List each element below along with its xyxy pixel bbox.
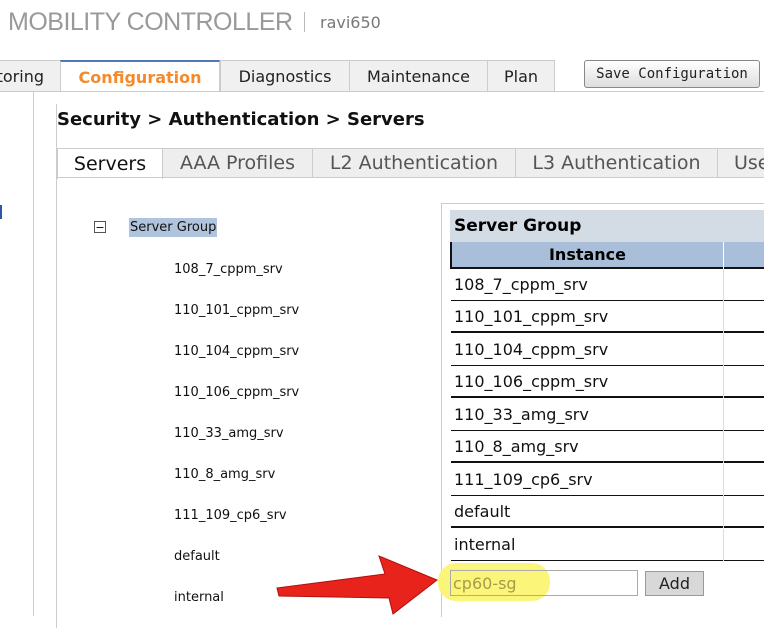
row-instance: 110_8_amg_srv — [454, 437, 579, 456]
subtab-servers[interactable]: Servers — [57, 148, 163, 179]
sidebar-border — [33, 92, 34, 616]
tab-plan[interactable]: Plan — [487, 60, 555, 91]
row-instance: internal — [454, 535, 516, 554]
table-row[interactable]: default — [451, 496, 764, 528]
tree-item[interactable]: 110_8_amg_srv — [174, 467, 275, 482]
tree-item[interactable]: 108_7_cppm_srv — [174, 262, 283, 277]
nav-divider — [0, 91, 764, 92]
column-header-actions — [724, 242, 764, 269]
server-group-name-input[interactable] — [450, 570, 638, 596]
row-instance: 108_7_cppm_srv — [454, 275, 588, 294]
hostname: ravi650 — [320, 13, 381, 32]
tree-root-server-group[interactable]: Server Group — [129, 218, 218, 237]
header-divider — [304, 12, 305, 32]
tab-configuration[interactable]: Configuration — [60, 60, 220, 92]
row-instance: 110_101_cppm_srv — [454, 307, 609, 326]
tree-item[interactable]: default — [174, 549, 220, 564]
breadcrumb: Security > Authentication > Servers — [57, 109, 425, 130]
subtab-divider — [57, 177, 764, 178]
add-button[interactable]: Add — [645, 571, 704, 596]
row-instance: 110_33_amg_srv — [454, 405, 589, 424]
table-row[interactable]: 110_8_amg_srv — [451, 431, 764, 463]
collapse-icon[interactable]: − — [94, 221, 106, 233]
subtab-l3-authentication[interactable]: L3 Authentication — [515, 148, 718, 178]
brand-logo: MOBILITY CONTROLLER — [8, 8, 293, 36]
red-arrow-annotation — [276, 555, 438, 615]
subtab-l2-authentication[interactable]: L2 Authentication — [312, 148, 516, 178]
row-instance: default — [454, 502, 511, 521]
tree-item[interactable]: 111_109_cp6_srv — [174, 508, 287, 523]
subtab-aaa-profiles[interactable]: AAA Profiles — [162, 148, 313, 178]
table-row[interactable]: 110_33_amg_srv — [451, 399, 764, 431]
row-instance: 110_106_cppm_srv — [454, 372, 609, 391]
table-row[interactable]: internal — [451, 529, 764, 561]
table-row[interactable]: 111_109_cp6_srv — [451, 464, 764, 496]
subtab-user-rules[interactable]: Use — [717, 148, 764, 178]
tab-maintenance[interactable]: Maintenance — [349, 60, 488, 91]
tree-item[interactable]: 110_33_amg_srv — [174, 426, 284, 441]
row-instance: 110_104_cppm_srv — [454, 340, 609, 359]
tree-item[interactable]: 110_101_cppm_srv — [174, 303, 299, 318]
tab-monitoring[interactable]: toring — [0, 60, 61, 91]
table-row[interactable]: 110_104_cppm_srv — [451, 334, 764, 366]
content-border — [56, 104, 57, 628]
row-instance: 111_109_cp6_srv — [454, 470, 593, 489]
table-row[interactable]: 110_106_cppm_srv — [451, 366, 764, 398]
save-configuration-button[interactable]: Save Configuration — [584, 60, 760, 88]
tree-item[interactable]: 110_104_cppm_srv — [174, 344, 299, 359]
column-header-instance[interactable]: Instance — [450, 242, 723, 269]
tab-diagnostics[interactable]: Diagnostics — [220, 60, 350, 91]
table-row[interactable]: 110_101_cppm_srv — [451, 301, 764, 333]
tree-item[interactable]: internal — [174, 590, 224, 605]
panel-title: Server Group — [450, 210, 764, 242]
tree-item[interactable]: 110_106_cppm_srv — [174, 385, 299, 400]
sidebar-scroll-marker — [0, 205, 2, 219]
table-row[interactable]: 108_7_cppm_srv — [451, 269, 764, 301]
